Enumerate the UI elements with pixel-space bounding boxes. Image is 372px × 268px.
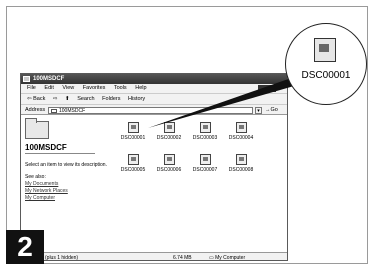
zoom-callout: DSC00001 [285,23,367,105]
image-file-icon [314,38,336,62]
zoomed-file-name: DSC00001 [301,70,351,81]
step-number: 2 [6,230,44,264]
